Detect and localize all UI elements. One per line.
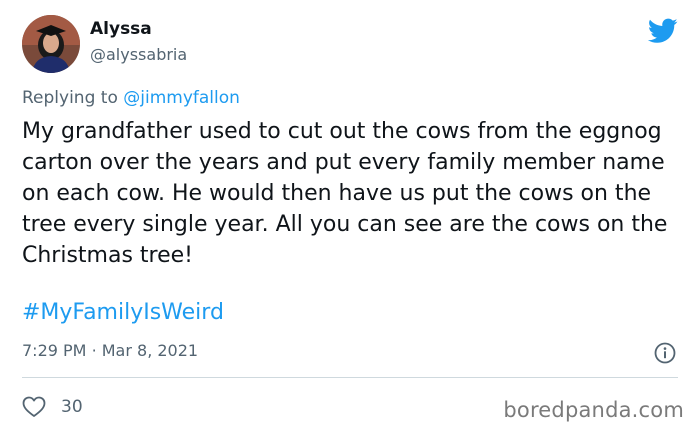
like-count: 30: [61, 397, 83, 417]
mention-link[interactable]: @jimmyfallon: [123, 88, 240, 108]
twitter-bird-icon[interactable]: [647, 18, 678, 44]
hashtag-link[interactable]: #MyFamilyIsWeird: [22, 300, 224, 325]
tweet-time: 7:29 PM: [22, 341, 87, 360]
replying-to-label: Replying to: [22, 88, 118, 108]
display-name[interactable]: Alyssa: [90, 19, 152, 39]
info-icon[interactable]: [654, 342, 676, 364]
timestamp-separator: ·: [91, 341, 97, 360]
user-handle[interactable]: @alyssabria: [90, 45, 187, 64]
boredpanda-watermark: boredpanda.com: [503, 398, 684, 422]
heart-icon[interactable]: [22, 396, 46, 418]
divider: [22, 377, 678, 378]
tweet-date: Mar 8, 2021: [101, 341, 199, 360]
avatar[interactable]: [22, 15, 80, 73]
tweet-text: My grandfather used to cut out the cows …: [22, 119, 668, 268]
replying-to-line: Replying to @jimmyfallon: [22, 88, 240, 108]
tweet-timestamp[interactable]: 7:29 PM · Mar 8, 2021: [22, 341, 198, 360]
